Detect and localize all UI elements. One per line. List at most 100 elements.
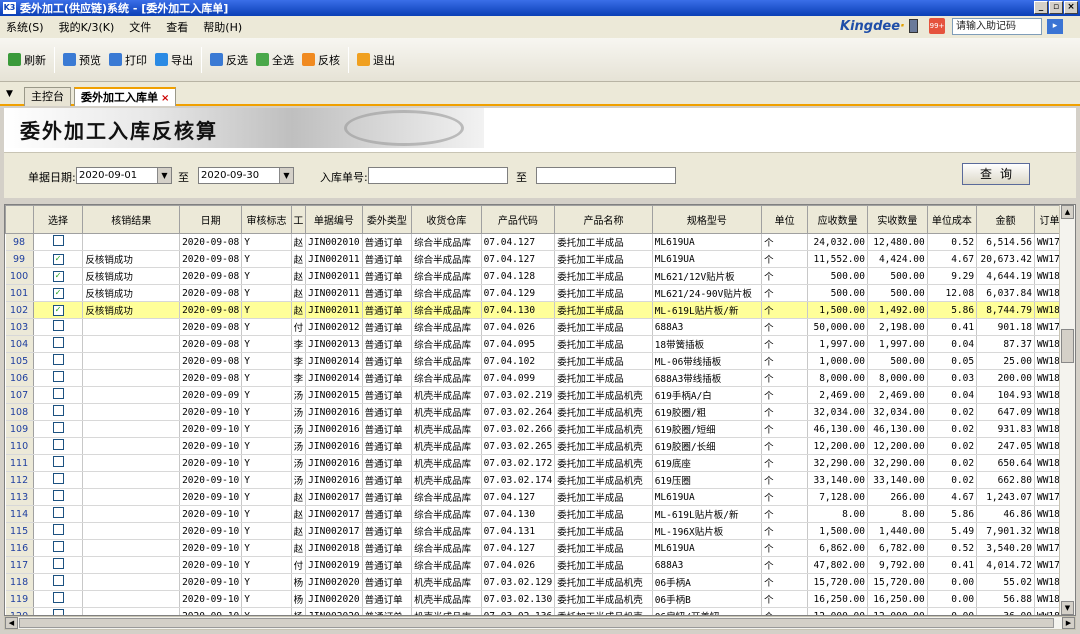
tab-dropdown-icon[interactable]: ▼ <box>6 89 13 99</box>
tab-close-icon[interactable]: × <box>161 93 169 104</box>
column-header[interactable]: 单位 <box>761 205 809 234</box>
column-header[interactable]: 金额 <box>976 205 1035 234</box>
column-header[interactable]: 产品代码 <box>480 205 556 234</box>
scroll-down-icon[interactable]: ▼ <box>1061 601 1074 615</box>
select-checkbox-cell[interactable]: ✓ <box>33 250 84 268</box>
select-checkbox-cell[interactable] <box>33 505 84 523</box>
bill-no-from-input[interactable] <box>368 167 508 184</box>
select-checkbox-cell[interactable] <box>33 471 84 489</box>
phone-icon[interactable] <box>909 19 918 33</box>
close-button[interactable]: × <box>1064 1 1078 14</box>
checkbox[interactable] <box>52 473 64 484</box>
select-checkbox-cell[interactable] <box>33 369 84 387</box>
checkbox[interactable] <box>52 388 64 399</box>
checkbox[interactable] <box>52 507 64 518</box>
menu-view[interactable]: 查看 <box>166 19 188 35</box>
column-header[interactable]: 实收数量 <box>866 205 928 234</box>
checkbox[interactable] <box>52 592 64 603</box>
table-row[interactable]: 118 2020-09-10 Y 杨 JIN002020 普通订单 机壳半成品库 07.03.… <box>5 573 1075 591</box>
scroll-thumb[interactable] <box>1061 329 1074 363</box>
preview-button[interactable]: 预览 <box>59 52 105 68</box>
date-from-select[interactable]: 2020-09-01 ▼ <box>76 167 172 184</box>
help-code-input[interactable]: 请输入助记码 <box>952 18 1042 35</box>
select-checkbox-cell[interactable] <box>33 352 84 370</box>
table-row[interactable]: 99 ✓ 反核销成功 2020-09-08 Y 赵 JIN002011 普通订单 综合半成品库 0… <box>5 250 1075 268</box>
table-row[interactable]: 100 ✓ 反核销成功 2020-09-08 Y 赵 JIN002011 普通订单 综合半成品库… <box>5 267 1075 285</box>
menu-my-k3[interactable]: 我的K/3(K) <box>59 19 115 35</box>
column-header[interactable]: 单位成本 <box>926 205 978 234</box>
table-row[interactable]: 110 2020-09-10 Y 汤 JIN002016 普通订单 机壳半成品库 07.03.… <box>5 437 1075 455</box>
horizontal-scrollbar[interactable]: ◀ ▶ <box>4 616 1076 630</box>
select-checkbox-cell[interactable] <box>33 420 84 438</box>
query-button[interactable]: 查询 <box>962 163 1030 185</box>
checkbox[interactable] <box>52 490 64 501</box>
table-row[interactable]: 116 2020-09-10 Y 赵 JIN002018 普通订单 综合半成品库 07.04.… <box>5 539 1075 557</box>
checkbox[interactable] <box>52 609 64 615</box>
assistant-icon[interactable]: 99+ <box>929 18 945 34</box>
table-row[interactable]: 103 2020-09-08 Y 付 JIN002012 普通订单 综合半成品库 07.04.… <box>5 318 1075 336</box>
date-to-select[interactable]: 2020-09-30 ▼ <box>198 167 294 184</box>
table-row[interactable]: 109 2020-09-10 Y 汤 JIN002016 普通订单 机壳半成品库 07.03.… <box>5 420 1075 438</box>
table-row[interactable]: 112 2020-09-10 Y 汤 JIN002016 普通订单 机壳半成品库 07.03.… <box>5 471 1075 489</box>
unverify-button[interactable]: 反核 <box>298 52 344 68</box>
column-header[interactable]: 日期 <box>179 205 243 234</box>
vertical-scrollbar[interactable]: ▲ ▼ <box>1059 205 1075 615</box>
table-row[interactable]: 117 2020-09-10 Y 付 JIN002019 普通订单 综合半成品库 07.04.… <box>5 556 1075 574</box>
chevron-down-icon[interactable]: ▼ <box>157 168 171 183</box>
scroll-thumb[interactable] <box>19 618 1054 628</box>
scroll-left-icon[interactable]: ◀ <box>5 617 18 629</box>
checkbox[interactable] <box>52 320 64 331</box>
select-checkbox-cell[interactable] <box>33 607 84 615</box>
select-checkbox-cell[interactable] <box>33 454 84 472</box>
checkbox[interactable]: ✓ <box>52 288 64 299</box>
table-row[interactable]: 104 2020-09-08 Y 李 JIN002013 普通订单 综合半成品库 07.04.… <box>5 335 1075 353</box>
column-header[interactable]: 应收数量 <box>807 205 868 234</box>
select-checkbox-cell[interactable] <box>33 335 84 353</box>
select-checkbox-cell[interactable] <box>33 590 84 608</box>
select-checkbox-cell[interactable] <box>33 556 84 574</box>
table-row[interactable]: 101 ✓ 反核销成功 2020-09-08 Y 赵 JIN002011 普通订单 综合半成品库… <box>5 284 1075 302</box>
select-all-button[interactable]: 全选 <box>252 52 298 68</box>
table-row[interactable]: 111 2020-09-10 Y 汤 JIN002016 普通订单 机壳半成品库 07.03.… <box>5 454 1075 472</box>
checkbox[interactable] <box>52 337 64 348</box>
table-row[interactable]: 115 2020-09-10 Y 赵 JIN002017 普通订单 综合半成品库 07.04.… <box>5 522 1075 540</box>
export-button[interactable]: 导出 <box>151 52 197 68</box>
column-header[interactable]: 审核标志 <box>241 205 292 234</box>
print-button[interactable]: 打印 <box>105 52 151 68</box>
column-header[interactable]: 规格型号 <box>651 205 763 234</box>
refresh-button[interactable]: 刷新 <box>4 52 50 68</box>
table-row[interactable]: 108 2020-09-10 Y 汤 JIN002016 普通订单 机壳半成品库 07.03.… <box>5 403 1075 421</box>
select-checkbox-cell[interactable]: ✓ <box>33 267 84 285</box>
table-row[interactable]: 114 2020-09-10 Y 赵 JIN002017 普通订单 综合半成品库 07.04.… <box>5 505 1075 523</box>
select-checkbox-cell[interactable] <box>33 403 84 421</box>
select-checkbox-cell[interactable]: ✓ <box>33 301 84 319</box>
select-checkbox-cell[interactable] <box>33 522 84 540</box>
table-row[interactable]: 119 2020-09-10 Y 杨 JIN002020 普通订单 机壳半成品库 07.03.… <box>5 590 1075 608</box>
select-checkbox-cell[interactable] <box>33 488 84 506</box>
scroll-up-icon[interactable]: ▲ <box>1061 205 1074 219</box>
scroll-right-icon[interactable]: ▶ <box>1062 617 1075 629</box>
checkbox[interactable]: ✓ <box>52 305 64 316</box>
column-header[interactable]: 工 <box>290 205 307 234</box>
checkbox[interactable] <box>52 524 64 535</box>
go-button[interactable]: ▸ <box>1047 19 1063 34</box>
select-checkbox-cell[interactable] <box>33 386 84 404</box>
chevron-down-icon[interactable]: ▼ <box>279 168 293 183</box>
table-row[interactable]: 102 ✓ 反核销成功 2020-09-08 Y 赵 JIN002011 普通订单 综合半成品库… <box>5 301 1075 319</box>
table-row[interactable]: 113 2020-09-10 Y 赵 JIN002017 普通订单 综合半成品库 07.04.… <box>5 488 1075 506</box>
menu-help[interactable]: 帮助(H) <box>203 19 242 35</box>
checkbox[interactable] <box>52 439 64 450</box>
table-row[interactable]: 105 2020-09-08 Y 李 JIN002014 普通订单 综合半成品库 07.04.… <box>5 352 1075 370</box>
select-checkbox-cell[interactable] <box>33 573 84 591</box>
select-checkbox-cell[interactable]: ✓ <box>33 284 84 302</box>
bill-no-to-input[interactable] <box>536 167 676 184</box>
exit-button[interactable]: 退出 <box>353 52 399 68</box>
table-row[interactable]: 120 2020-09-10Y杨JIN002020普通订单机壳半成品库07.03.… <box>5 607 1075 615</box>
checkbox[interactable] <box>52 405 64 416</box>
select-checkbox-cell[interactable] <box>33 539 84 557</box>
select-checkbox-cell[interactable] <box>33 318 84 336</box>
checkbox[interactable] <box>52 371 64 382</box>
table-row[interactable]: 98 2020-09-08 Y 赵 JIN002010 普通订单 综合半成品库 07.04.1… <box>5 233 1075 251</box>
checkbox[interactable] <box>52 422 64 433</box>
column-header[interactable]: 收货仓库 <box>411 205 482 234</box>
